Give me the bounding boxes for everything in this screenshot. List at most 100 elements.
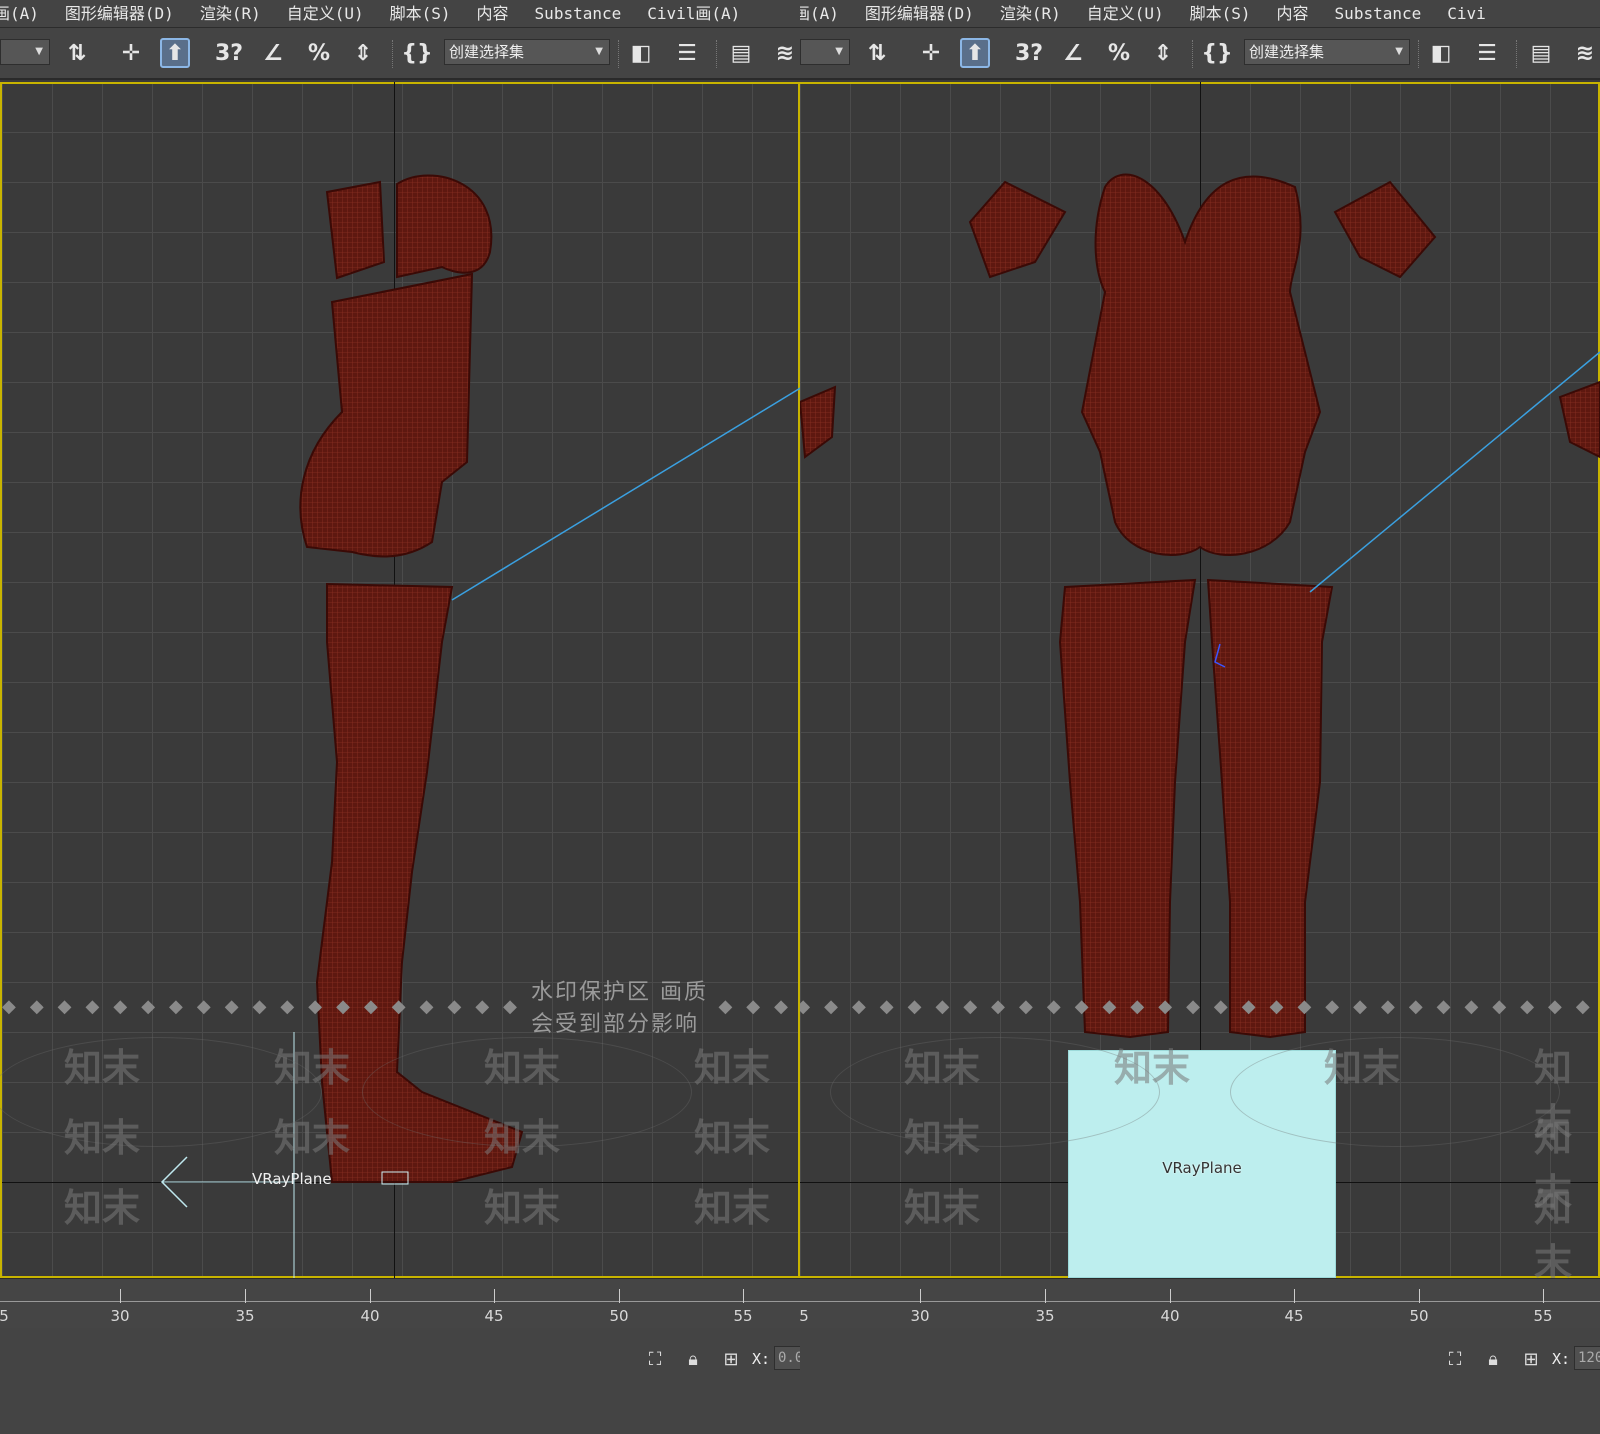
x-coord-field[interactable]: 120 [1574, 1346, 1600, 1370]
selection-set-text: 创建选择集 [1249, 43, 1325, 61]
watermark-tile: 知末 [484, 1116, 561, 1160]
layer-manager-icon[interactable]: ▤ [726, 38, 756, 68]
menu-bar: 画(A) 图形编辑器(D) 渲染(R) 自定义(U) 脚本(S) 内容 Subs… [0, 0, 800, 28]
corset-piece [299, 272, 474, 558]
selection-filter-dropdown[interactable]: ▼ [800, 39, 850, 65]
mirror-icon[interactable]: ◧ [626, 38, 656, 68]
partial-arm-piece [800, 385, 837, 459]
move-icon[interactable]: ✛ [116, 38, 146, 68]
spinner-snap-icon[interactable]: ⇕ [1148, 38, 1178, 68]
snap-3d-icon[interactable]: 3? [214, 38, 244, 68]
menu-customize[interactable]: 自定义(U) [279, 0, 382, 28]
move-icon[interactable]: ✛ [916, 38, 946, 68]
x-coord-label: X: [1552, 1350, 1571, 1368]
ruler-tick [1045, 1289, 1046, 1303]
selection-set-dropdown[interactable]: 创建选择集 ▼ [444, 39, 610, 65]
angle-snap-icon[interactable]: ∠ [1058, 38, 1088, 68]
menu-scripting[interactable]: 脚本(S) [1182, 0, 1269, 28]
scene-explorer-icon[interactable]: ≋ [770, 38, 800, 68]
align-icon[interactable]: ☰ [672, 38, 702, 68]
watermark-tile: 知末 [1324, 1046, 1401, 1090]
selection-filter-dropdown[interactable]: ▼ [0, 39, 50, 65]
ruler-label: 35 [235, 1307, 255, 1325]
menu-civil[interactable]: Civil画(A) [639, 0, 758, 28]
menu-customize[interactable]: 自定义(U) [1079, 0, 1182, 28]
named-selection-icon[interactable]: {} [401, 38, 432, 68]
menu-scripting[interactable]: 脚本(S) [382, 0, 469, 28]
watermark-tile: 知末 [64, 1046, 141, 1090]
select-object-icon[interactable]: ⬆ [160, 38, 190, 68]
right-viewport[interactable]: VRayPlane ◆◆◆◆◆◆◆◆◆◆◆◆◆◆◆◆◆◆◆◆◆◆◆◆◆◆◆◆◆◆… [800, 82, 1600, 1285]
time-ruler[interactable]: 5 30 35 40 45 50 55 [800, 1278, 1600, 1328]
angle-snap-icon[interactable]: ∠ [258, 38, 288, 68]
select-object-icon[interactable]: ⬆ [960, 38, 990, 68]
ruler-tick [1170, 1289, 1171, 1303]
selection-set-dropdown[interactable]: 创建选择集 ▼ [1244, 39, 1410, 65]
toolbar-separator [716, 40, 718, 68]
lock-icon[interactable]: 🔒︎ [1482, 1348, 1504, 1370]
right-arm-piece [1333, 180, 1437, 279]
watermark-tile: 知末 [274, 1116, 351, 1160]
x-coord-field[interactable]: 0.0 [774, 1346, 800, 1370]
watermark-tile: 知末 [64, 1116, 141, 1160]
menu-content[interactable]: 内容 [469, 0, 527, 28]
menu-graph-editors[interactable]: 图形编辑器(D) [857, 0, 992, 28]
menu-graph-editors[interactable]: 图形编辑器(D) [57, 0, 192, 28]
percent-snap-icon[interactable]: % [1104, 38, 1134, 68]
menu-civil[interactable]: Civi [1439, 0, 1504, 28]
ruler-tick [1543, 1289, 1544, 1303]
isolate-selection-icon[interactable]: ⛶ [1444, 1348, 1466, 1370]
light-target-line [451, 387, 800, 601]
select-link-icon[interactable]: ⇅ [62, 38, 92, 68]
watermark-band: ◆◆◆◆◆◆◆◆◆◆◆◆◆◆◆◆◆◆◆◆◆◆◆◆◆◆◆◆◆◆◆◆◆ [800, 995, 1600, 1017]
select-link-icon[interactable]: ⇅ [862, 38, 892, 68]
menu-animation[interactable]: 画(A) [800, 0, 857, 28]
menu-animation[interactable]: 画(A) [0, 0, 57, 28]
ruler-label: 5 [0, 1307, 9, 1325]
watermark-band: ◆◆◆◆◆◆◆◆◆◆◆◆◆◆◆◆◆◆◆ 水印保护区 画质会受到部分影响 ◆◆◆ [2, 980, 800, 1037]
status-bar: ⛶ 🔒︎ ⊞ X: 120 [800, 1328, 1600, 1434]
partial-arm-piece [1558, 380, 1600, 459]
absolute-mode-icon[interactable]: ⊞ [720, 1348, 742, 1370]
menu-rendering[interactable]: 渲染(R) [992, 0, 1079, 28]
menu-substance[interactable]: Substance [1327, 0, 1440, 28]
ruler-tick [743, 1289, 744, 1303]
status-bar: ⛶ 🔒︎ ⊞ X: 0.0 [0, 1328, 800, 1434]
left-leg-piece [1058, 578, 1197, 1039]
layer-manager-icon[interactable]: ▤ [1526, 38, 1556, 68]
left-arm-piece [968, 180, 1067, 279]
watermark-band-text: 水印保护区 画质会受到部分影响 [531, 980, 709, 1037]
main-toolbar: ▼ ⇅ ✛ ⬆ 3? ∠ % ⇕ {} 创建选择集 ▼ ◧ ☰ ▤ ≋ [800, 28, 1600, 80]
snap-3d-icon[interactable]: 3? [1014, 38, 1044, 68]
right-viewport-panel: 画(A) 图形编辑器(D) 渲染(R) 自定义(U) 脚本(S) 内容 Subs… [800, 0, 1600, 1434]
watermark-tile: 知末 [694, 1046, 771, 1090]
vray-plane-label: VRayPlane [1162, 1159, 1242, 1177]
ruler-tick [1294, 1289, 1295, 1303]
toolbar-separator [1516, 40, 1518, 68]
ruler-label: 45 [1284, 1307, 1304, 1325]
align-icon[interactable]: ☰ [1472, 38, 1502, 68]
ruler-tick [245, 1289, 246, 1303]
percent-snap-icon[interactable]: % [304, 38, 334, 68]
time-ruler[interactable]: 5 30 35 40 45 50 55 [0, 1278, 800, 1328]
menu-content[interactable]: 内容 [1269, 0, 1327, 28]
toolbar-separator [1418, 40, 1420, 68]
absolute-mode-icon[interactable]: ⊞ [1520, 1348, 1542, 1370]
left-viewport[interactable]: VRayPlane ◆◆◆◆◆◆◆◆◆◆◆◆◆◆◆◆◆◆◆ 水印保护区 画质会受… [0, 82, 800, 1278]
ruler-label: 45 [484, 1307, 504, 1325]
isolate-selection-icon[interactable]: ⛶ [644, 1348, 666, 1370]
scene-explorer-icon[interactable]: ≋ [1570, 38, 1600, 68]
vray-plane-label[interactable]: VRayPlane [252, 1170, 332, 1188]
ruler-label: 55 [1533, 1307, 1553, 1325]
menu-substance[interactable]: Substance [527, 0, 640, 28]
menu-rendering[interactable]: 渲染(R) [192, 0, 279, 28]
ruler-tick [494, 1289, 495, 1303]
watermark-tile: 知末 [904, 1116, 981, 1160]
spinner-snap-icon[interactable]: ⇕ [348, 38, 378, 68]
bust-piece [396, 174, 493, 279]
mirror-icon[interactable]: ◧ [1426, 38, 1456, 68]
ruler-tick [370, 1289, 371, 1303]
lock-icon[interactable]: 🔒︎ [682, 1348, 704, 1370]
ruler-label: 35 [1035, 1307, 1055, 1325]
named-selection-icon[interactable]: {} [1201, 38, 1232, 68]
